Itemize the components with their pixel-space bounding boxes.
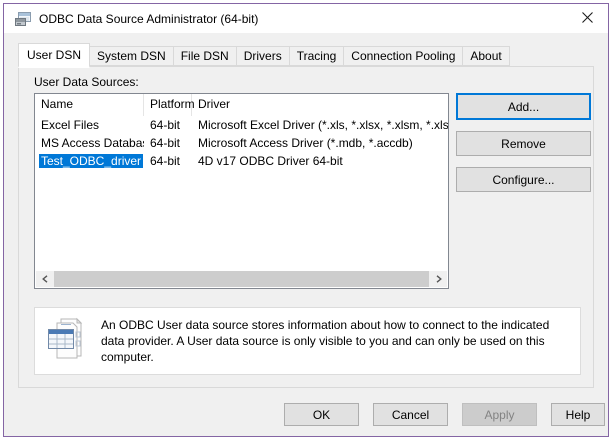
add-button[interactable]: Add... <box>456 93 591 120</box>
configure-button[interactable]: Configure... <box>456 167 591 192</box>
remove-button[interactable]: Remove <box>456 131 591 156</box>
tab-label: About <box>470 49 501 63</box>
info-text: An ODBC User data source stores informat… <box>93 308 580 365</box>
column-header-platform[interactable]: Platform <box>144 94 192 116</box>
title-bar: ODBC Data Source Administrator (64-bit) <box>4 4 608 33</box>
data-source-document-icon <box>47 316 85 363</box>
dsn-name: MS Access Database <box>39 136 144 150</box>
dsn-action-buttons: Add... Remove Configure... <box>456 93 591 192</box>
scroll-left-button[interactable] <box>36 271 53 287</box>
tab-label: User DSN <box>27 48 81 62</box>
tab[interactable]: System DSN <box>89 46 174 66</box>
dsn-driver: Microsoft Access Driver (*.mdb, *.accdb) <box>192 134 448 152</box>
tab[interactable]: User DSN <box>18 43 90 68</box>
chevron-left-icon <box>42 275 48 283</box>
user-data-sources-list: Name Platform Driver Excel Files 64-bit … <box>34 93 449 289</box>
tab[interactable]: About <box>462 46 509 66</box>
table-row[interactable]: Excel Files 64-bit Microsoft Excel Drive… <box>35 116 448 134</box>
tab-label: Drivers <box>244 49 282 63</box>
list-header: Name Platform Driver <box>35 94 448 116</box>
tab[interactable]: Connection Pooling <box>343 46 463 66</box>
ok-button[interactable]: OK <box>284 403 359 426</box>
dsn-platform: 64-bit <box>144 134 192 152</box>
tab-label: Connection Pooling <box>351 49 455 63</box>
apply-button[interactable]: Apply <box>462 403 537 426</box>
list-body: Excel Files 64-bit Microsoft Excel Drive… <box>35 116 448 170</box>
odbc-administrator-window: ODBC Data Source Administrator (64-bit) … <box>3 3 609 437</box>
column-header-driver[interactable]: Driver <box>192 94 448 116</box>
scroll-right-button[interactable] <box>430 271 447 287</box>
help-button[interactable]: Help <box>551 403 605 426</box>
tab[interactable]: File DSN <box>173 46 237 66</box>
user-dsn-tab-page: User Data Sources: Name Platform Driver … <box>18 66 594 388</box>
dsn-name: Excel Files <box>39 118 101 132</box>
close-icon <box>582 11 593 26</box>
dsn-platform: 64-bit <box>144 152 192 170</box>
column-header-name[interactable]: Name <box>35 94 144 116</box>
horizontal-scrollbar[interactable] <box>36 271 447 287</box>
chevron-right-icon <box>436 275 442 283</box>
dialog-footer: OK Cancel Apply Help <box>284 403 605 426</box>
table-row[interactable]: Test_ODBC_driver 64-bit 4D v17 ODBC Driv… <box>35 152 448 170</box>
user-data-sources-label: User Data Sources: <box>34 75 139 89</box>
tab-label: System DSN <box>97 49 166 63</box>
scrollbar-thumb[interactable] <box>54 271 429 287</box>
cancel-button[interactable]: Cancel <box>373 403 448 426</box>
tab-strip: User DSN System DSN File DSN Drivers Tra… <box>18 43 509 66</box>
tab[interactable]: Tracing <box>289 46 345 66</box>
tab-label: Tracing <box>297 49 337 63</box>
table-row[interactable]: MS Access Database 64-bit Microsoft Acce… <box>35 134 448 152</box>
dsn-name: Test_ODBC_driver <box>39 154 143 168</box>
dsn-driver: Microsoft Excel Driver (*.xls, *.xlsx, *… <box>192 116 448 134</box>
odbc-app-icon <box>15 11 31 27</box>
window-title: ODBC Data Source Administrator (64-bit) <box>39 12 258 26</box>
dsn-platform: 64-bit <box>144 116 192 134</box>
tab[interactable]: Drivers <box>236 46 290 66</box>
tab-label: File DSN <box>181 49 229 63</box>
dsn-driver: 4D v17 ODBC Driver 64-bit <box>192 152 448 170</box>
info-box: An ODBC User data source stores informat… <box>34 307 581 375</box>
close-button[interactable] <box>566 4 608 33</box>
